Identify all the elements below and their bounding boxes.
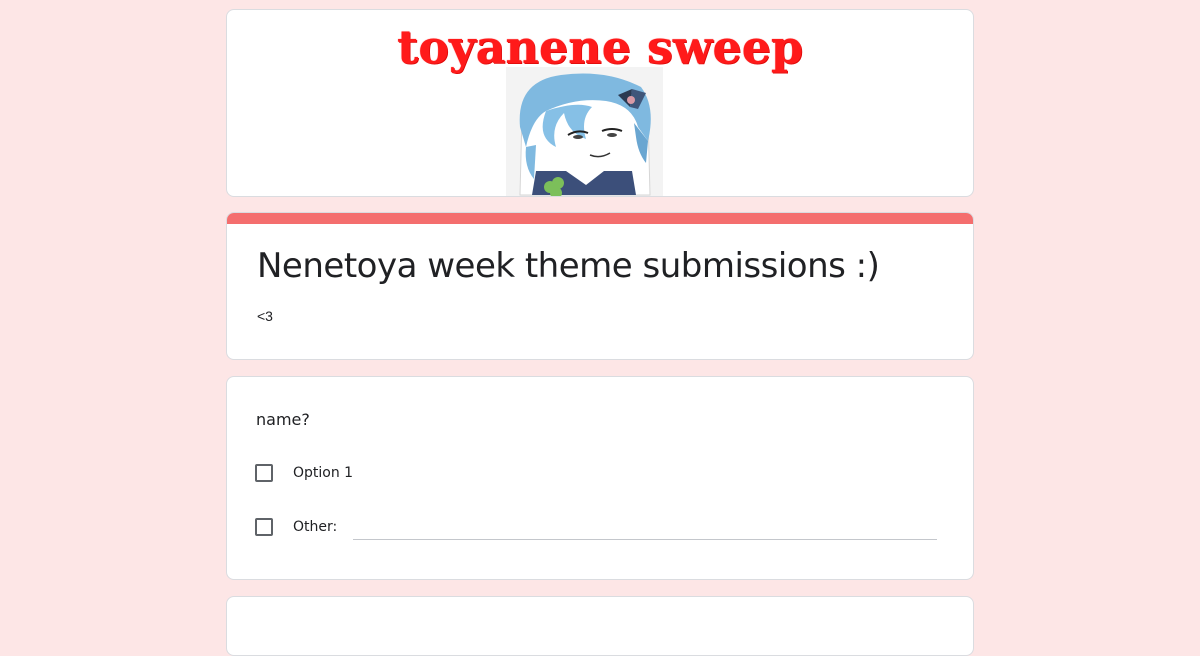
plush-image bbox=[506, 67, 663, 196]
checkbox-option-1[interactable] bbox=[255, 464, 273, 482]
option-other[interactable]: Other: bbox=[255, 515, 337, 539]
option-1-label: Option 1 bbox=[293, 465, 354, 481]
form-title: Nenetoya week theme submissions :) bbox=[257, 246, 880, 286]
form-title-card: Nenetoya week theme submissions :) <3 bbox=[226, 212, 974, 360]
next-question-card bbox=[226, 596, 974, 656]
question-text: name? bbox=[256, 410, 310, 429]
option-other-label: Other: bbox=[293, 519, 338, 535]
header-banner-card: toyanene sweep bbox=[226, 9, 974, 197]
checkbox-option-other[interactable] bbox=[255, 518, 273, 536]
banner-title: toyanene sweep bbox=[396, 20, 804, 74]
other-text-input[interactable] bbox=[353, 539, 937, 540]
question-card: name? Option 1 Other: bbox=[226, 376, 974, 580]
accent-bar bbox=[227, 213, 973, 224]
form-description: <3 bbox=[257, 308, 273, 324]
option-1[interactable]: Option 1 bbox=[255, 461, 353, 485]
